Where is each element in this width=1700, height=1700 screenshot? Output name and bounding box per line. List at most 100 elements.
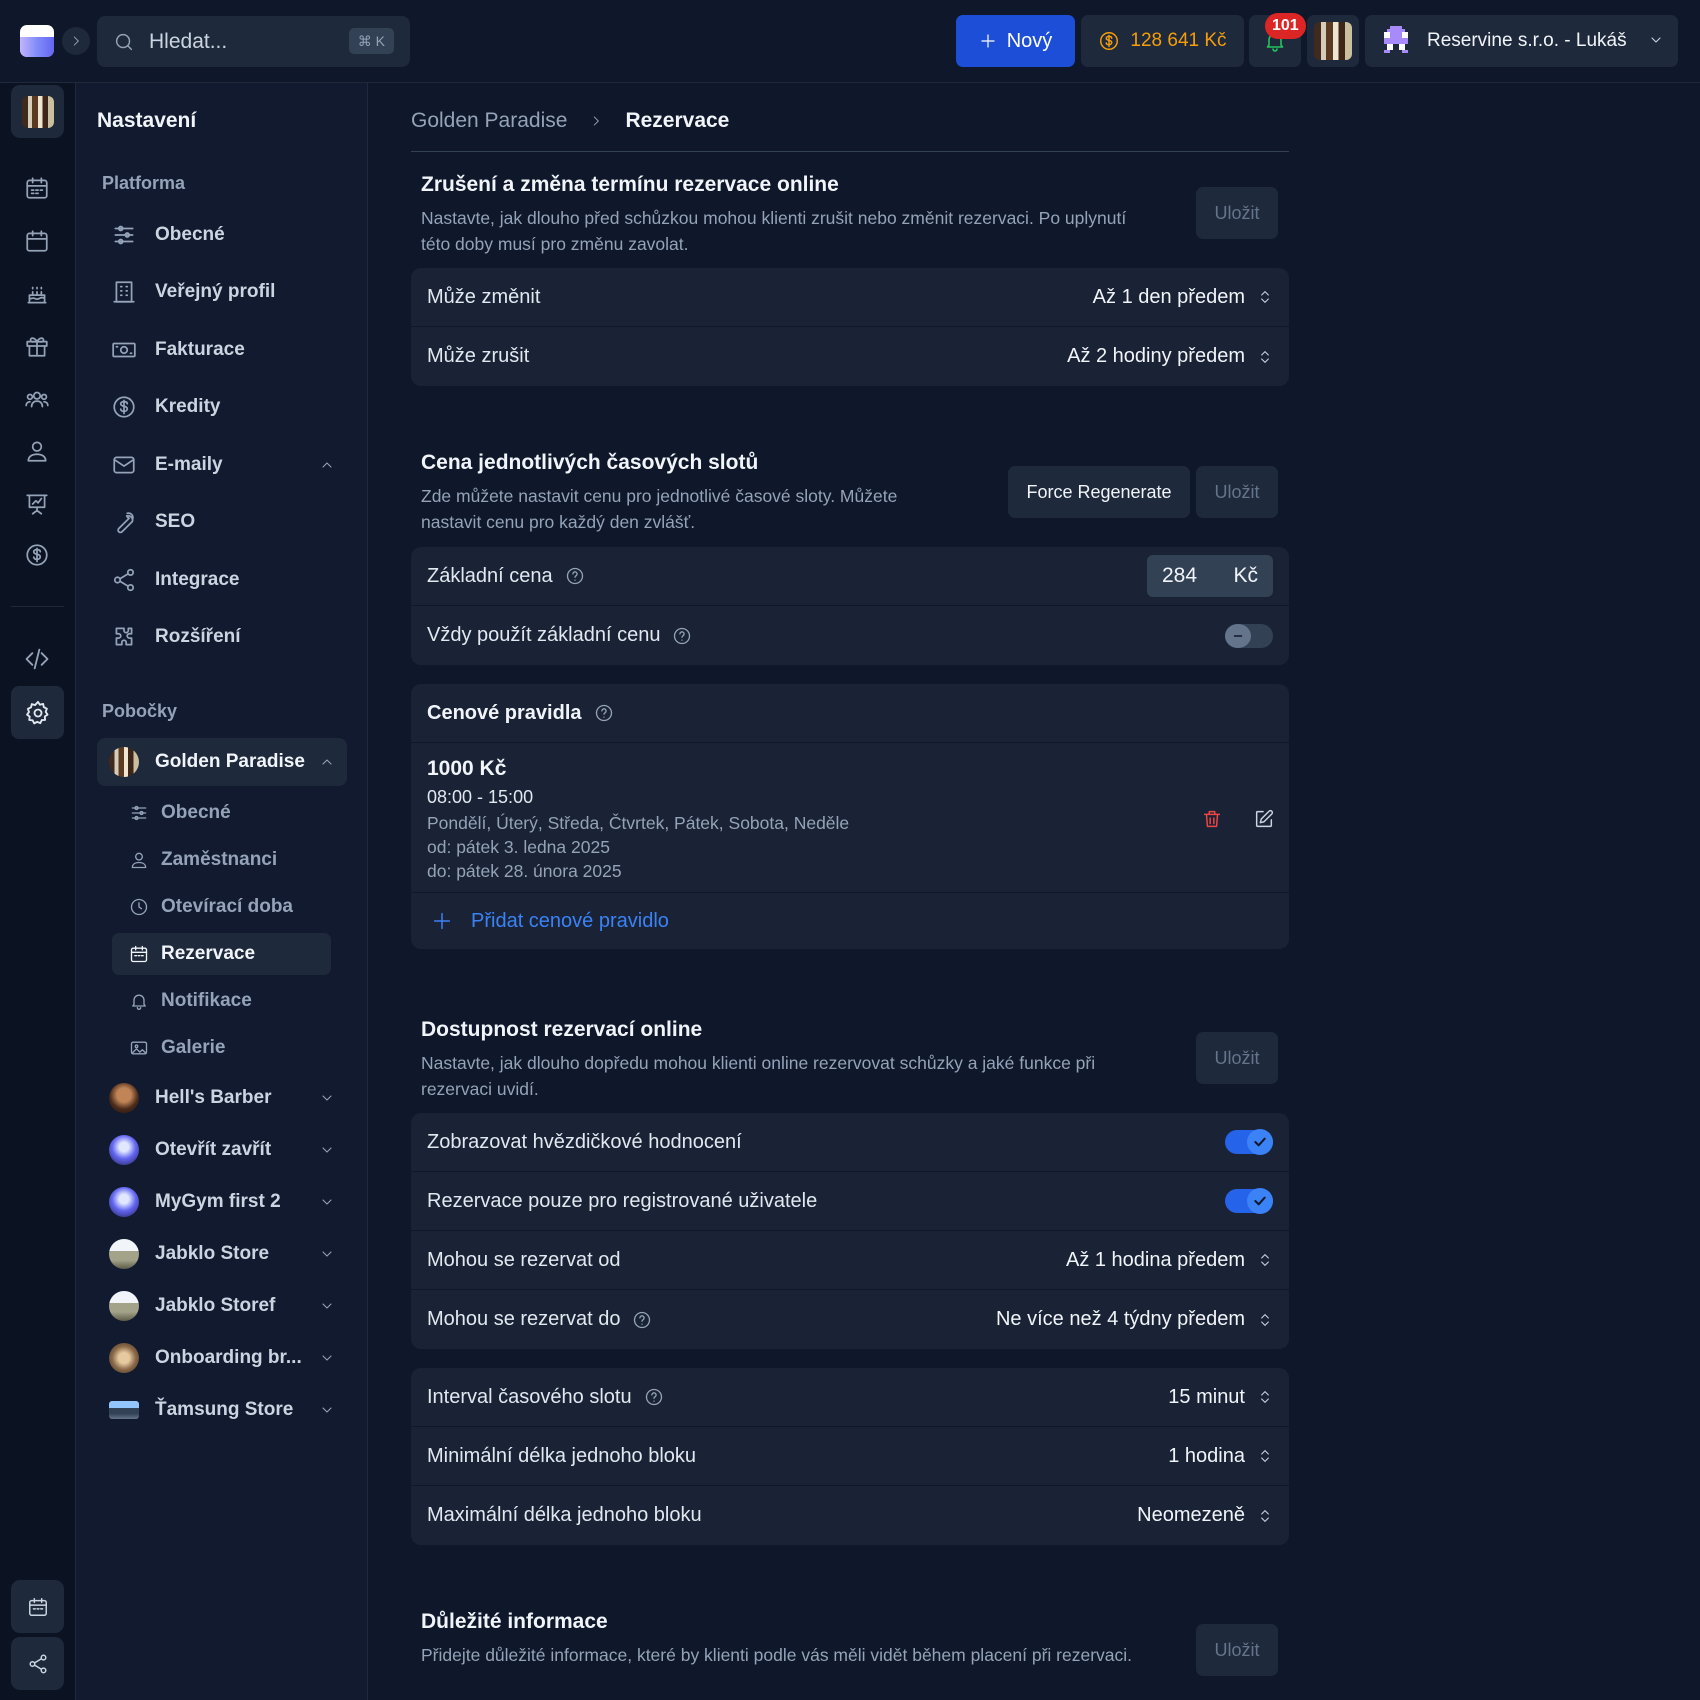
max-block-select[interactable]: Maximální délka jednoho bloku Neomezeně — [411, 1486, 1289, 1545]
show-rating-row: Zobrazovat hvězdičkové hodnocení — [411, 1113, 1289, 1172]
add-price-rule-button[interactable]: Přidat cenové pravidlo — [411, 893, 1289, 949]
min-block-select[interactable]: Minimální délka jednoho bloku 1 hodina — [411, 1427, 1289, 1486]
always-base-price-toggle[interactable] — [1225, 623, 1273, 648]
search-box[interactable]: ⌘ K — [97, 16, 410, 67]
chevron-right-icon — [73, 36, 79, 46]
branch-sub-employees[interactable]: Zaměstnanci — [112, 839, 331, 881]
can-change-select[interactable]: Může změnit Až 1 den předem — [411, 268, 1289, 327]
chevron-down-icon — [322, 1095, 332, 1101]
price-rules-title: Cenové pravidla — [427, 701, 582, 724]
branch-sub-label: Galerie — [161, 1037, 226, 1058]
sidebar-item-integrations[interactable]: Integrace — [97, 556, 347, 604]
cancel-save-button[interactable]: Uložit — [1196, 187, 1278, 239]
settings-sidebar: Nastavení Platforma Obecné Veřejný profi… — [76, 83, 368, 1700]
branch-sub-gallery[interactable]: Galerie — [112, 1027, 331, 1069]
users-group-icon[interactable] — [15, 377, 59, 421]
branch-onboarding[interactable]: Onboarding br... — [97, 1334, 347, 1382]
dollar-circle-icon[interactable] — [15, 533, 59, 577]
company-switcher[interactable]: Reservine s.r.o. - Lukáš — [1365, 15, 1678, 67]
price-settings-card: Základní cena 284 Kč Vždy použít základn… — [411, 547, 1289, 665]
show-rating-toggle[interactable] — [1225, 1129, 1273, 1155]
company-logo-icon — [1384, 26, 1408, 53]
branch-hells-barber[interactable]: Hell's Barber — [97, 1074, 347, 1122]
availability-settings-card: Zobrazovat hvězdičkové hodnocení Rezerva… — [411, 1113, 1289, 1349]
branch-sub-general[interactable]: Obecné — [112, 792, 331, 834]
row-label: Vždy použít základní cenu — [427, 624, 661, 646]
app-logo[interactable] — [20, 25, 54, 57]
calendar-grid-icon[interactable] — [15, 166, 59, 210]
row-label: Může zrušit — [427, 345, 530, 367]
availability-save-button[interactable]: Uložit — [1196, 1032, 1278, 1084]
sidebar-item-general[interactable]: Obecné — [97, 211, 347, 259]
branch-photo — [109, 1135, 139, 1165]
branch-jabklo-storef[interactable]: Jabklo Storef — [97, 1282, 347, 1330]
branch-photo — [109, 1239, 139, 1269]
price-save-button[interactable]: Uložit — [1196, 466, 1278, 518]
sidebar-item-extensions[interactable]: Rozšíření — [97, 613, 347, 661]
expand-sidebar-button[interactable] — [62, 27, 90, 55]
help-circle-icon[interactable] — [594, 703, 614, 723]
base-price-input[interactable]: 284 Kč — [1147, 555, 1273, 597]
calendar-bottom-button[interactable] — [11, 1580, 64, 1633]
branch-sub-opening-hours[interactable]: Otevírací doba — [112, 886, 331, 928]
branch-mygym-first-2[interactable]: MyGym first 2 — [97, 1178, 347, 1226]
registered-only-toggle[interactable] — [1225, 1188, 1273, 1214]
sidebar-item-label: Integrace — [155, 569, 240, 590]
search-input[interactable] — [149, 29, 349, 54]
info-save-button[interactable]: Uložit — [1196, 1624, 1278, 1676]
cancel-settings-card: Může změnit Až 1 den předem Může zrušit … — [411, 268, 1289, 386]
rail-branch-avatar[interactable] — [11, 85, 64, 138]
branch-avatar[interactable] — [1307, 15, 1359, 67]
slot-interval-select[interactable]: Interval časového slotu 15 minut — [411, 1368, 1289, 1427]
price-rules-card: Cenové pravidla 1000 Kč 08:00 - 15:00 Po… — [411, 684, 1289, 949]
user-icon[interactable] — [15, 429, 59, 473]
force-regenerate-button[interactable]: Force Regenerate — [1008, 466, 1190, 518]
branch-jabklo-store[interactable]: Jabklo Store — [97, 1230, 347, 1278]
code-icon[interactable] — [15, 637, 59, 681]
wrench-icon — [117, 512, 134, 534]
cake-icon[interactable] — [15, 272, 59, 316]
sidebar-item-billing[interactable]: Fakturace — [97, 326, 347, 374]
branch-name: Otevřít zavřít — [155, 1139, 272, 1160]
chevron-down-icon — [322, 1303, 332, 1309]
mail-icon — [113, 456, 135, 474]
help-circle-icon[interactable] — [632, 1310, 652, 1330]
row-value: Až 1 hodina předem — [1065, 1248, 1245, 1271]
calendar-icon[interactable] — [15, 219, 59, 263]
branch-photo — [109, 1187, 139, 1217]
branch-tamsung-store[interactable]: Ťamsung Store — [97, 1386, 347, 1434]
can-cancel-select[interactable]: Může zrušit Až 2 hodiny předem — [411, 327, 1289, 386]
sidebar-item-seo[interactable]: SEO — [97, 498, 347, 546]
branch-golden-paradise[interactable]: Golden Paradise — [97, 738, 347, 786]
help-circle-icon[interactable] — [644, 1387, 664, 1407]
help-circle-icon[interactable] — [672, 626, 692, 646]
share-bottom-button[interactable] — [11, 1637, 64, 1690]
chevron-right-icon — [594, 116, 600, 126]
sidebar-item-credits[interactable]: Kredity — [97, 383, 347, 431]
help-circle-icon[interactable] — [565, 566, 585, 586]
gift-icon[interactable] — [15, 324, 59, 368]
sidebar-item-emails[interactable]: E-maily — [97, 441, 347, 489]
row-label: Základní cena — [427, 564, 553, 587]
branch-photo — [109, 1083, 139, 1113]
breadcrumb-parent[interactable]: Golden Paradise — [411, 109, 567, 133]
branch-otevrit-zavrit[interactable]: Otevřít zavřít — [97, 1126, 347, 1174]
info-section-title: Důležité informace — [421, 1610, 608, 1633]
breadcrumb: Golden Paradise Rezervace — [411, 109, 729, 133]
sidebar-item-public-profile[interactable]: Veřejný profil — [97, 268, 347, 316]
branch-sub-reservations[interactable]: Rezervace — [112, 933, 331, 975]
sidebar-item-label: Kredity — [155, 396, 221, 417]
edit-icon[interactable] — [1253, 808, 1275, 830]
presentation-chart-icon[interactable] — [15, 482, 59, 526]
branch-sub-label: Obecné — [161, 802, 231, 823]
trash-icon[interactable] — [1201, 808, 1223, 830]
book-from-select[interactable]: Mohou se rezervat od Až 1 hodina předem — [411, 1231, 1289, 1290]
new-button[interactable]: Nový — [956, 15, 1075, 67]
settings-gear-icon[interactable] — [11, 686, 64, 739]
share-icon — [28, 1654, 47, 1673]
row-label: Interval časového slotu — [427, 1385, 632, 1408]
credits-button[interactable]: 128 641 Kč — [1081, 15, 1244, 67]
book-to-select[interactable]: Mohou se rezervat do Ne více než 4 týdny… — [411, 1290, 1289, 1349]
branch-sub-label: Notifikace — [161, 990, 252, 1011]
branch-sub-notifications[interactable]: Notifikace — [112, 980, 331, 1022]
